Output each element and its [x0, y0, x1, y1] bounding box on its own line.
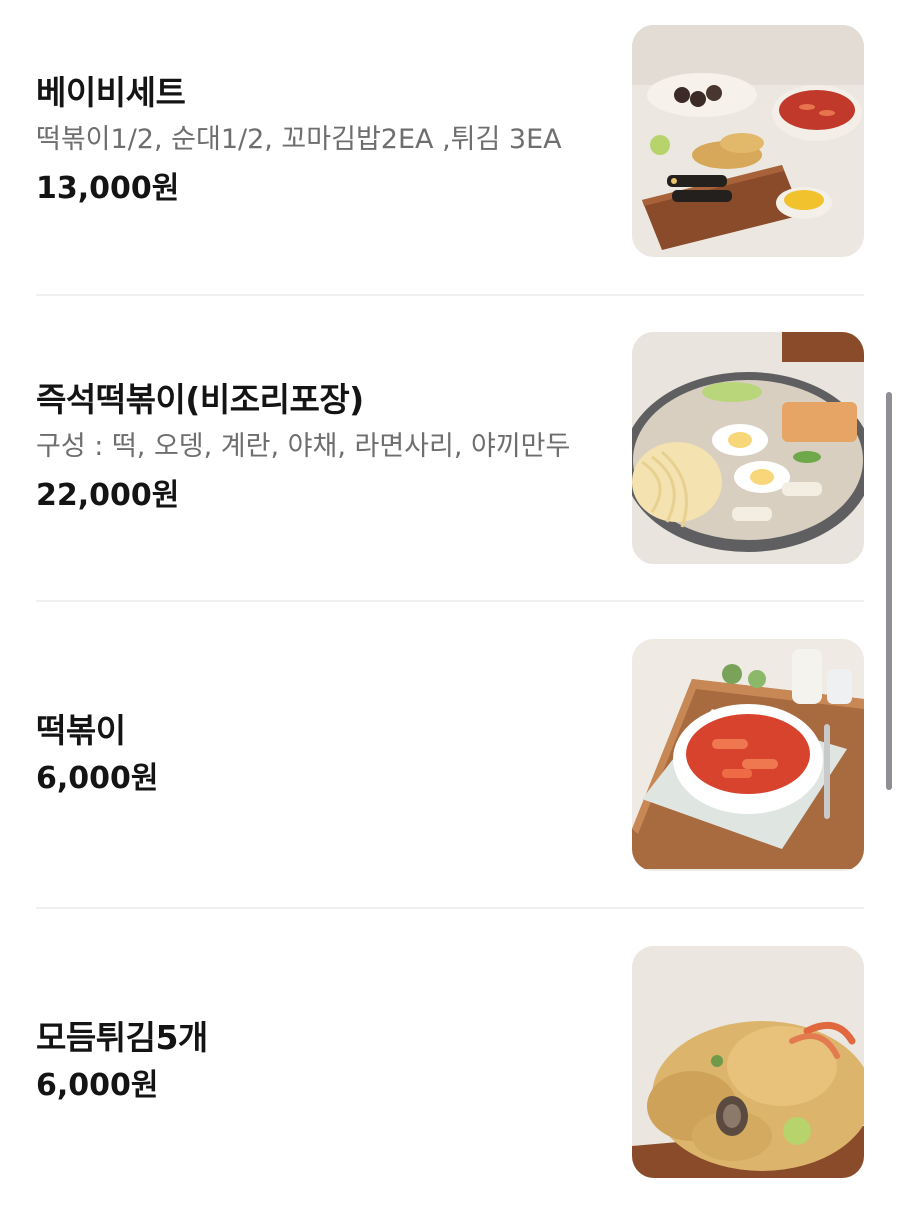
menu-item-text: 모듬튀김5개 6,000원 — [36, 946, 596, 1178]
menu-item-baby-set[interactable]: 베이비세트 떡볶이1/2, 순대1/2, 꼬마김밥2EA ,튀김 3EA 13,… — [36, 25, 864, 257]
divider — [36, 907, 864, 909]
menu-item-price: 13,000원 — [36, 171, 180, 206]
menu-item-tteokbokki[interactable]: 떡볶이 6,000원 — [36, 639, 864, 871]
menu-item-text: 즉석떡볶이(비조리포장) 구성 : 떡, 오뎅, 계란, 야채, 라면사리, 야… — [36, 332, 596, 564]
menu-item-name: 모듬튀김5개 — [36, 1018, 208, 1057]
instant-tteokbokki-photo-icon[interactable] — [632, 332, 864, 564]
menu-item-price: 6,000원 — [36, 1068, 159, 1103]
assorted-fried-photo-icon[interactable] — [632, 946, 864, 1178]
menu-item-description: 떡볶이1/2, 순대1/2, 꼬마김밥2EA ,튀김 3EA — [36, 124, 562, 155]
menu-item-price: 6,000원 — [36, 761, 159, 796]
menu-item-text: 떡볶이 6,000원 — [36, 639, 596, 871]
menu-item-description: 구성 : 떡, 오뎅, 계란, 야채, 라면사리, 야끼만두 — [36, 431, 571, 462]
menu-item-assorted-fried[interactable]: 모듬튀김5개 6,000원 — [36, 946, 864, 1178]
menu-item-text: 베이비세트 떡볶이1/2, 순대1/2, 꼬마김밥2EA ,튀김 3EA 13,… — [36, 25, 596, 257]
tteokbokki-photo-icon[interactable] — [632, 639, 864, 871]
divider — [36, 600, 864, 602]
menu-item-price: 22,000원 — [36, 478, 180, 513]
divider — [36, 294, 864, 296]
baby-set-photo-icon[interactable] — [632, 25, 864, 257]
scrollbar-thumb[interactable] — [886, 392, 892, 790]
menu-item-name: 떡볶이 — [36, 711, 126, 750]
menu-item-name: 베이비세트 — [36, 73, 186, 112]
menu-item-instant-tteokbokki[interactable]: 즉석떡볶이(비조리포장) 구성 : 떡, 오뎅, 계란, 야채, 라면사리, 야… — [36, 332, 864, 564]
menu-item-name: 즉석떡볶이(비조리포장) — [36, 380, 364, 419]
